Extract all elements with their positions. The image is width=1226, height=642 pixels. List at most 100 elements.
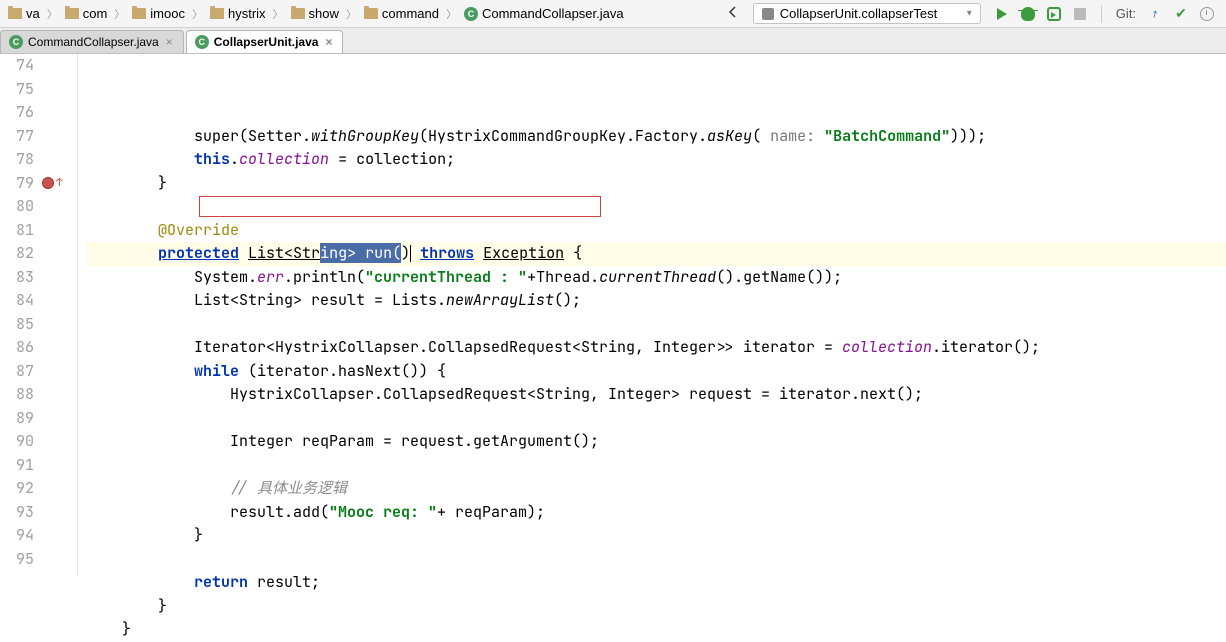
tab-commandcollapser-java[interactable]: CommandCollapser.java×	[0, 30, 184, 53]
breadcrumb-item-commandcollapser-java[interactable]: CommandCollapser.java	[460, 4, 628, 23]
run-config-label: CollapserUnit.collapserTest	[780, 6, 961, 21]
code-line[interactable]: while (iterator.hasNext()) {	[86, 360, 1226, 384]
gutter-row[interactable]	[40, 54, 77, 78]
tab-label: CollapserUnit.java	[214, 35, 319, 49]
line-number: 80	[0, 195, 34, 219]
class-icon	[9, 35, 23, 49]
gutter-row[interactable]	[40, 266, 77, 290]
gutter-row[interactable]: ↑	[40, 172, 77, 196]
line-number: 78	[0, 148, 34, 172]
line-number: 86	[0, 336, 34, 360]
debug-button[interactable]	[1019, 5, 1037, 23]
breadcrumb-separator: 〉	[46, 6, 59, 22]
gutter-row[interactable]	[40, 477, 77, 501]
gutter-row[interactable]	[40, 430, 77, 454]
code-line[interactable]	[86, 454, 1226, 478]
tab-collapserunit-java[interactable]: CollapserUnit.java ×	[186, 30, 344, 53]
code-line[interactable]: super(Setter.withGroupKey(HystrixCommand…	[86, 125, 1226, 149]
breadcrumb-separator: 〉	[191, 6, 204, 22]
run-config-selector[interactable]: CollapserUnit.collapserTest ▾	[753, 3, 981, 24]
gutter-row[interactable]	[40, 101, 77, 125]
folder-icon	[364, 8, 378, 19]
breadcrumb-label: CommandCollapser.java	[482, 6, 624, 21]
gutter-icons[interactable]: ↑	[40, 54, 78, 576]
line-number: 81	[0, 219, 34, 243]
run-button[interactable]	[993, 5, 1011, 23]
breadcrumb-item-va[interactable]: va	[4, 4, 44, 23]
code-line[interactable]	[86, 407, 1226, 431]
stop-icon	[1074, 8, 1086, 20]
code-line[interactable]: }	[86, 524, 1226, 548]
code-line[interactable]: this.collection = collection;	[86, 148, 1226, 172]
line-number: 83	[0, 266, 34, 290]
line-number: 75	[0, 78, 34, 102]
gutter-row[interactable]	[40, 195, 77, 219]
gutter-row[interactable]	[40, 360, 77, 384]
gutter-row[interactable]	[40, 242, 77, 266]
stop-button[interactable]	[1071, 5, 1089, 23]
gutter-row[interactable]	[40, 219, 77, 243]
gutter-row[interactable]	[40, 524, 77, 548]
toolbar-buttons: Git: ⭎ ✔	[987, 5, 1222, 23]
code-line[interactable]: System.err.println("currentThread : "+Th…	[86, 266, 1226, 290]
code-area[interactable]: super(Setter.withGroupKey(HystrixCommand…	[78, 54, 1226, 576]
gutter-row[interactable]	[40, 383, 77, 407]
breadcrumb-item-imooc[interactable]: imooc	[128, 4, 189, 23]
gutter-row[interactable]	[40, 548, 77, 572]
code-line[interactable]: protected List<String> run() throws Exce…	[86, 242, 1226, 266]
code-line[interactable]: List<String> result = Lists.newArrayList…	[86, 289, 1226, 313]
nav-back-button[interactable]	[721, 3, 747, 24]
git-label: Git:	[1114, 6, 1138, 21]
breakpoint-icon[interactable]	[42, 177, 54, 189]
gutter-row[interactable]	[40, 148, 77, 172]
gutter-row[interactable]	[40, 313, 77, 337]
line-number: 76	[0, 101, 34, 125]
gutter-row[interactable]	[40, 336, 77, 360]
code-line[interactable]	[86, 548, 1226, 572]
run-config-icon	[762, 8, 774, 20]
gutter-row[interactable]	[40, 501, 77, 525]
folder-icon	[291, 8, 305, 19]
gutter-row[interactable]	[40, 78, 77, 102]
code-line[interactable]	[86, 313, 1226, 337]
code-line[interactable]: return result;	[86, 571, 1226, 595]
breadcrumb: va〉com〉imooc〉hystrix〉show〉command〉Comman…	[4, 4, 721, 23]
gutter-row[interactable]	[40, 289, 77, 313]
breadcrumb-separator: 〉	[113, 6, 126, 22]
code-line[interactable]: HystrixCollapser.CollapsedRequest<String…	[86, 383, 1226, 407]
close-icon[interactable]: ×	[164, 35, 175, 49]
folder-icon	[132, 8, 146, 19]
line-number: 93	[0, 501, 34, 525]
gutter-row[interactable]	[40, 407, 77, 431]
code-line[interactable]: }	[86, 618, 1226, 642]
code-line[interactable]: }	[86, 595, 1226, 619]
code-line[interactable]	[86, 195, 1226, 219]
line-number: 82	[0, 242, 34, 266]
git-commit-button[interactable]: ✔	[1172, 5, 1190, 23]
breadcrumb-label: imooc	[150, 6, 185, 21]
coverage-button[interactable]	[1045, 5, 1063, 23]
breadcrumb-label: command	[382, 6, 439, 21]
code-line[interactable]: }	[86, 172, 1226, 196]
breadcrumb-item-command[interactable]: command	[360, 4, 443, 23]
breadcrumb-label: show	[309, 6, 339, 21]
line-number: 95	[0, 548, 34, 572]
breadcrumb-item-show[interactable]: show	[287, 4, 343, 23]
breadcrumb-separator: 〉	[445, 6, 458, 22]
code-line[interactable]: // 具体业务逻辑	[86, 477, 1226, 501]
code-line[interactable]: result.add("Mooc req: "+ reqParam);	[86, 501, 1226, 525]
main-toolbar: va〉com〉imooc〉hystrix〉show〉command〉Comman…	[0, 0, 1226, 28]
gutter-row[interactable]	[40, 454, 77, 478]
code-line[interactable]: @Override	[86, 219, 1226, 243]
git-pull-icon: ⭎	[1153, 5, 1158, 22]
close-icon[interactable]: ×	[323, 35, 334, 49]
gutter-row[interactable]	[40, 125, 77, 149]
git-history-button[interactable]	[1198, 5, 1216, 23]
code-line[interactable]: Iterator<HystrixCollapser.CollapsedReque…	[86, 336, 1226, 360]
git-update-button[interactable]: ⭎	[1146, 5, 1164, 23]
breadcrumb-item-com[interactable]: com	[61, 4, 112, 23]
breadcrumb-item-hystrix[interactable]: hystrix	[206, 4, 270, 23]
code-line[interactable]: Integer reqParam = request.getArgument()…	[86, 430, 1226, 454]
override-up-icon[interactable]: ↑	[56, 172, 63, 196]
play-icon	[997, 8, 1007, 20]
